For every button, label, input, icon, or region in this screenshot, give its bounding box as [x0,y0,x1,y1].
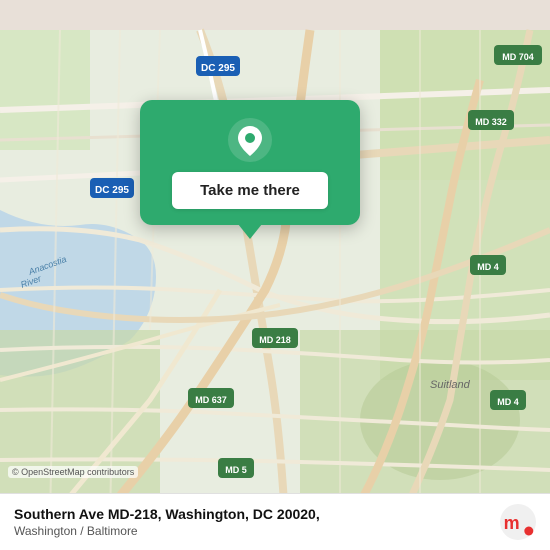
svg-text:Suitland: Suitland [430,379,471,391]
bottom-bar: Southern Ave MD-218, Washington, DC 2002… [0,493,550,550]
take-me-there-button[interactable]: Take me there [172,172,328,209]
location-info: Southern Ave MD-218, Washington, DC 2002… [14,506,320,538]
svg-text:DC 295: DC 295 [95,185,129,196]
svg-text:MD 4: MD 4 [497,397,519,407]
svg-text:MD 332: MD 332 [475,117,507,127]
svg-text:MD 5: MD 5 [225,465,247,475]
svg-text:MD 637: MD 637 [195,395,227,405]
moovit-logo: m [500,504,536,540]
location-pin-icon [228,118,272,162]
svg-text:MD 704: MD 704 [502,52,534,62]
svg-text:MD 218: MD 218 [259,335,291,345]
map-container: DC 295 DC 295 DC 295 MD 704 MD 332 MD 4 … [0,0,550,550]
moovit-logo-icon: m [500,504,536,540]
svg-text:m: m [504,513,520,533]
location-subtitle: Washington / Baltimore [14,524,320,538]
popup-card: Take me there [140,100,360,225]
location-title: Southern Ave MD-218, Washington, DC 2002… [14,506,320,522]
osm-credit: © OpenStreetMap contributors [8,466,138,478]
svg-text:MD 4: MD 4 [477,262,499,272]
svg-text:DC 295: DC 295 [201,63,235,74]
